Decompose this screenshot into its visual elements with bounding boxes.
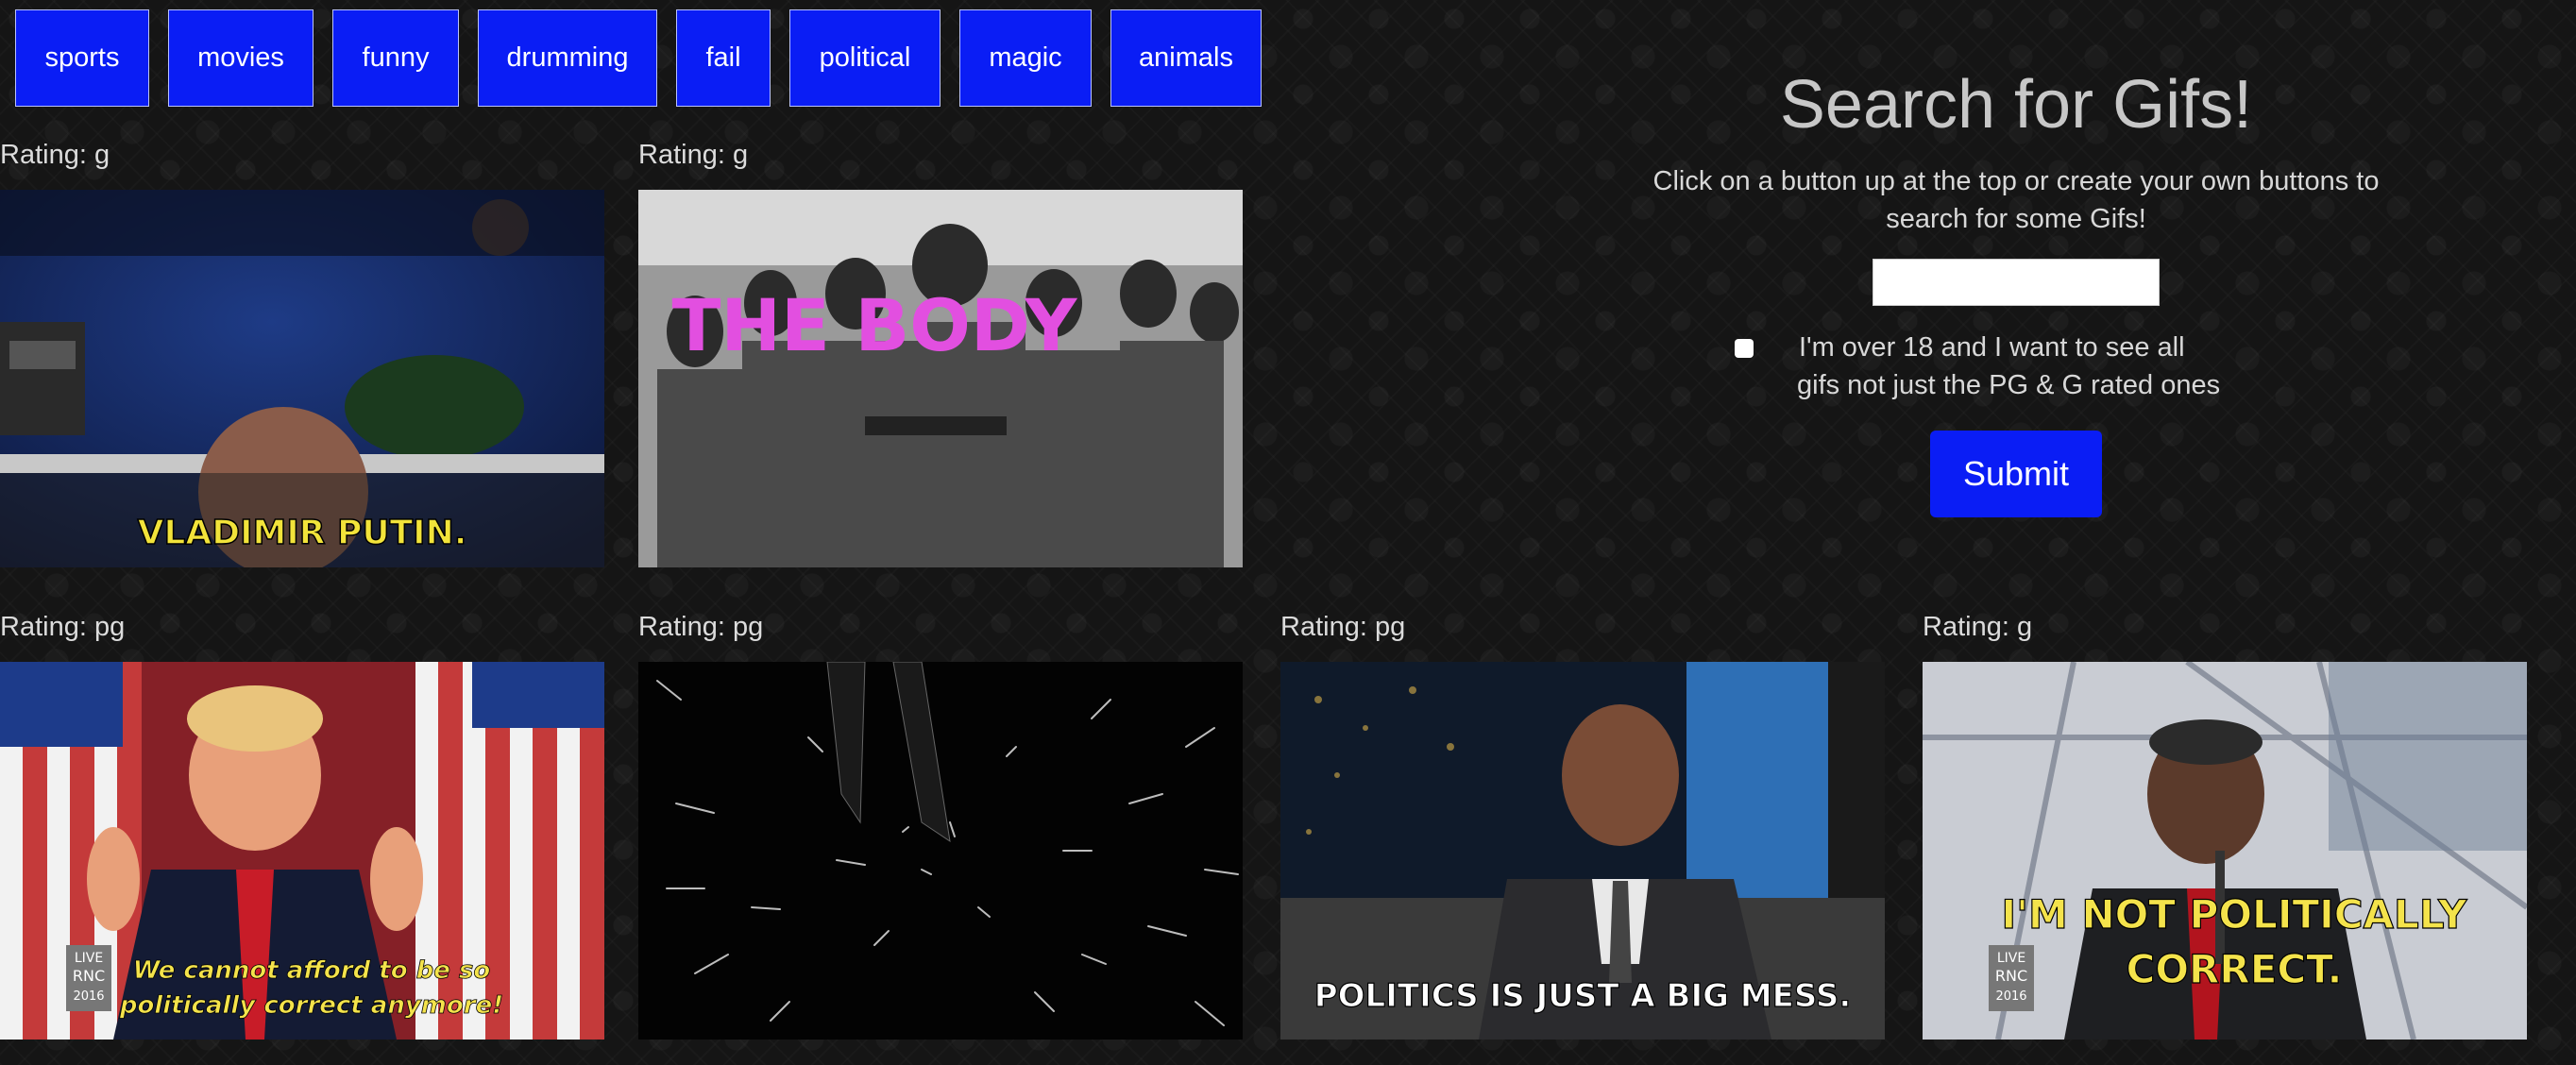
gif-rating: Rating: pg <box>638 612 764 642</box>
topic-button-drumming[interactable]: drumming <box>478 9 657 107</box>
page-title: Search for Gifs! <box>1779 67 2253 143</box>
gif-caption: VLADIMIR PUTIN. <box>138 514 467 552</box>
gif-image[interactable]: LIVE RNC 2016 We cannot afford to be so … <box>0 662 604 1040</box>
age-checkbox-label-line2: gifs not just the PG & G rated ones <box>1797 370 2221 400</box>
gif-rating: Rating: pg <box>1280 612 1406 642</box>
topic-button-political[interactable]: political <box>789 9 941 107</box>
search-panel: Search for Gifs! Click on a button up at… <box>1605 66 2427 517</box>
topic-button-funny[interactable]: funny <box>332 9 459 107</box>
gif-caption-line2: politically correct anymore! <box>119 991 503 1020</box>
gif-badge-line2: RNC <box>73 967 105 985</box>
topic-button-fail[interactable]: fail <box>676 9 771 107</box>
gif-caption-line1: I'M NOT POLITICALLY <box>2002 891 2467 938</box>
gif-image[interactable]: POLITICS IS JUST A BIG MESS. <box>1280 662 1885 1040</box>
gif-caption-line1: We cannot afford to be so <box>133 956 491 985</box>
gif-badge-line3: 2016 <box>73 989 104 1004</box>
topic-button-magic[interactable]: magic <box>959 9 1092 107</box>
gif-image[interactable]: THE BODY <box>638 190 1243 567</box>
gif-caption: POLITICS IS JUST A BIG MESS. <box>1314 977 1852 1015</box>
gif-caption: THE BODY <box>672 283 1078 367</box>
gif-badge-line1: LIVE <box>1997 951 2025 966</box>
age-checkbox[interactable] <box>1735 339 1754 358</box>
search-instructions: Click on a button up at the top or creat… <box>1652 166 2380 234</box>
gif-badge-line2: RNC <box>1995 967 2027 985</box>
gif-badge-line1: LIVE <box>75 951 103 966</box>
topic-button-sports[interactable]: sports <box>15 9 149 107</box>
gif-rating: Rating: pg <box>0 612 126 642</box>
gif-caption-line2: CORRECT. <box>2127 946 2343 992</box>
gif-rating: Rating: g <box>1923 612 2033 642</box>
gif-image[interactable] <box>638 662 1243 1040</box>
gif-badge-line3: 2016 <box>1995 989 2026 1004</box>
topic-button-movies[interactable]: movies <box>168 9 314 107</box>
topic-button-animals[interactable]: animals <box>1110 9 1262 107</box>
gif-image[interactable]: LIVE RNC 2016 I'M NOT POLITICALLY CORREC… <box>1923 662 2527 1040</box>
age-checkbox-row: I'm over 18 and I want to see all gifs n… <box>1735 329 2250 404</box>
gif-image[interactable]: VLADIMIR PUTIN. <box>0 190 604 567</box>
age-checkbox-label-line1: I'm over 18 and I want to see all <box>1799 332 2185 363</box>
submit-button[interactable]: Submit <box>1930 431 2102 517</box>
gif-rating: Rating: g <box>0 140 110 170</box>
search-input[interactable] <box>1873 259 2160 306</box>
gif-rating: Rating: g <box>638 140 749 170</box>
